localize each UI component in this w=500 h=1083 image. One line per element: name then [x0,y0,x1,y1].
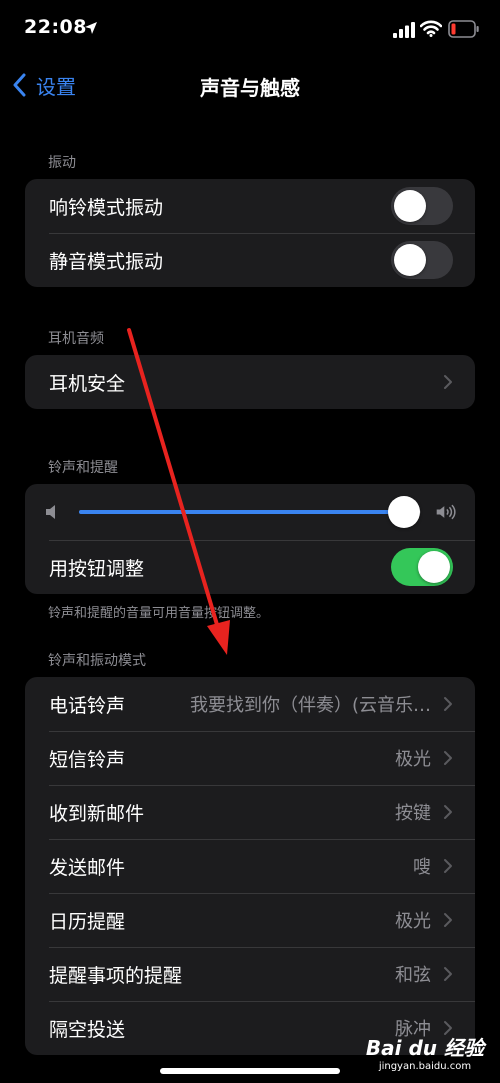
headphone-safety-row[interactable]: 耳机安全 [25,355,475,409]
text-tone-row[interactable]: 短信铃声 极光 [25,731,475,785]
slider-fill [79,510,404,514]
row-value: 我要找到你（伴奏）(云音乐… [189,695,431,716]
row-value: 极光 [395,749,431,770]
ring-mode-vibration-row: 响铃模式振动 [25,179,475,233]
toggle-knob [418,551,450,583]
ringer-group: 用按钮调整 [25,484,475,594]
change-with-buttons-row: 用按钮调整 [25,540,475,594]
chevron-right-icon [444,805,452,819]
headphone-group: 耳机安全 [25,355,475,409]
wifi-icon [420,20,442,37]
chevron-right-icon [444,859,452,873]
section-header-ringer-alerts: 铃声和提醒 [48,460,118,476]
home-indicator [160,1068,340,1074]
chevron-right-icon [444,967,452,981]
ring-mode-vibration-toggle[interactable] [391,187,453,225]
row-label: 发送邮件 [49,856,126,879]
ringer-volume-row [25,484,475,540]
section-header-vibration: 振动 [48,155,76,171]
silent-mode-vibration-toggle[interactable] [391,241,453,279]
navigation-bar: 设置 声音与触感 [0,62,500,108]
chevron-right-icon [444,751,452,765]
location-arrow-icon [85,22,97,34]
calendar-alerts-row[interactable]: 日历提醒 极光 [25,893,475,947]
row-label: 收到新邮件 [49,802,145,825]
watermark-logo: Bai du 经验 [365,1036,484,1060]
reminder-alerts-row[interactable]: 提醒事项的提醒 和弦 [25,947,475,1001]
speaker-low-icon [46,505,55,519]
sound-patterns-group: 电话铃声 我要找到你（伴奏）(云音乐… 短信铃声 极光 收到新邮件 按键 发送邮… [25,677,475,1055]
silent-mode-vibration-row: 静音模式振动 [25,233,475,287]
chevron-right-icon [444,913,452,927]
chevron-right-icon [444,697,452,711]
toggle-knob [394,244,426,276]
status-bar: 22:08 [0,0,500,60]
cellular-signal-icon [393,22,415,38]
section-header-sound-patterns: 铃声和振动模式 [48,653,146,669]
vibration-group: 响铃模式振动 静音模式振动 [25,179,475,287]
row-value: 极光 [395,911,431,932]
row-label: 耳机安全 [49,372,126,395]
row-value: 嗖 [413,857,431,878]
ringer-footer-note: 铃声和提醒的音量可用音量按钮调整。 [48,606,270,621]
ringtone-row[interactable]: 电话铃声 我要找到你（伴奏）(云音乐… [25,677,475,731]
sent-mail-row[interactable]: 发送邮件 嗖 [25,839,475,893]
watermark-url: jingyan.baidu.com [378,1061,472,1072]
row-label: 静音模式振动 [49,250,164,273]
row-value: 按键 [395,803,431,824]
section-header-headphone-audio: 耳机音频 [48,331,104,347]
battery-low-icon [448,20,479,38]
new-mail-row[interactable]: 收到新邮件 按键 [25,785,475,839]
chevron-right-icon [444,375,452,389]
row-label: 隔空投送 [49,1018,126,1041]
page-title: 声音与触感 [200,76,300,100]
row-label: 电话铃声 [49,694,126,717]
change-with-buttons-toggle[interactable] [391,548,453,586]
row-label: 用按钮调整 [49,557,145,580]
row-label: 日历提醒 [49,910,126,933]
speaker-high-icon [436,504,456,520]
slider-thumb[interactable] [387,496,420,528]
baidu-jingyan-watermark: Bai du 经验 jingyan.baidu.com [366,1032,484,1072]
row-value: 和弦 [395,965,431,986]
toggle-knob [394,190,426,222]
row-label: 提醒事项的提醒 [49,964,183,987]
ringer-volume-slider[interactable] [79,496,421,528]
row-label: 响铃模式振动 [49,196,164,219]
status-time: 22:08 [24,16,87,38]
row-label: 短信铃声 [49,748,126,771]
